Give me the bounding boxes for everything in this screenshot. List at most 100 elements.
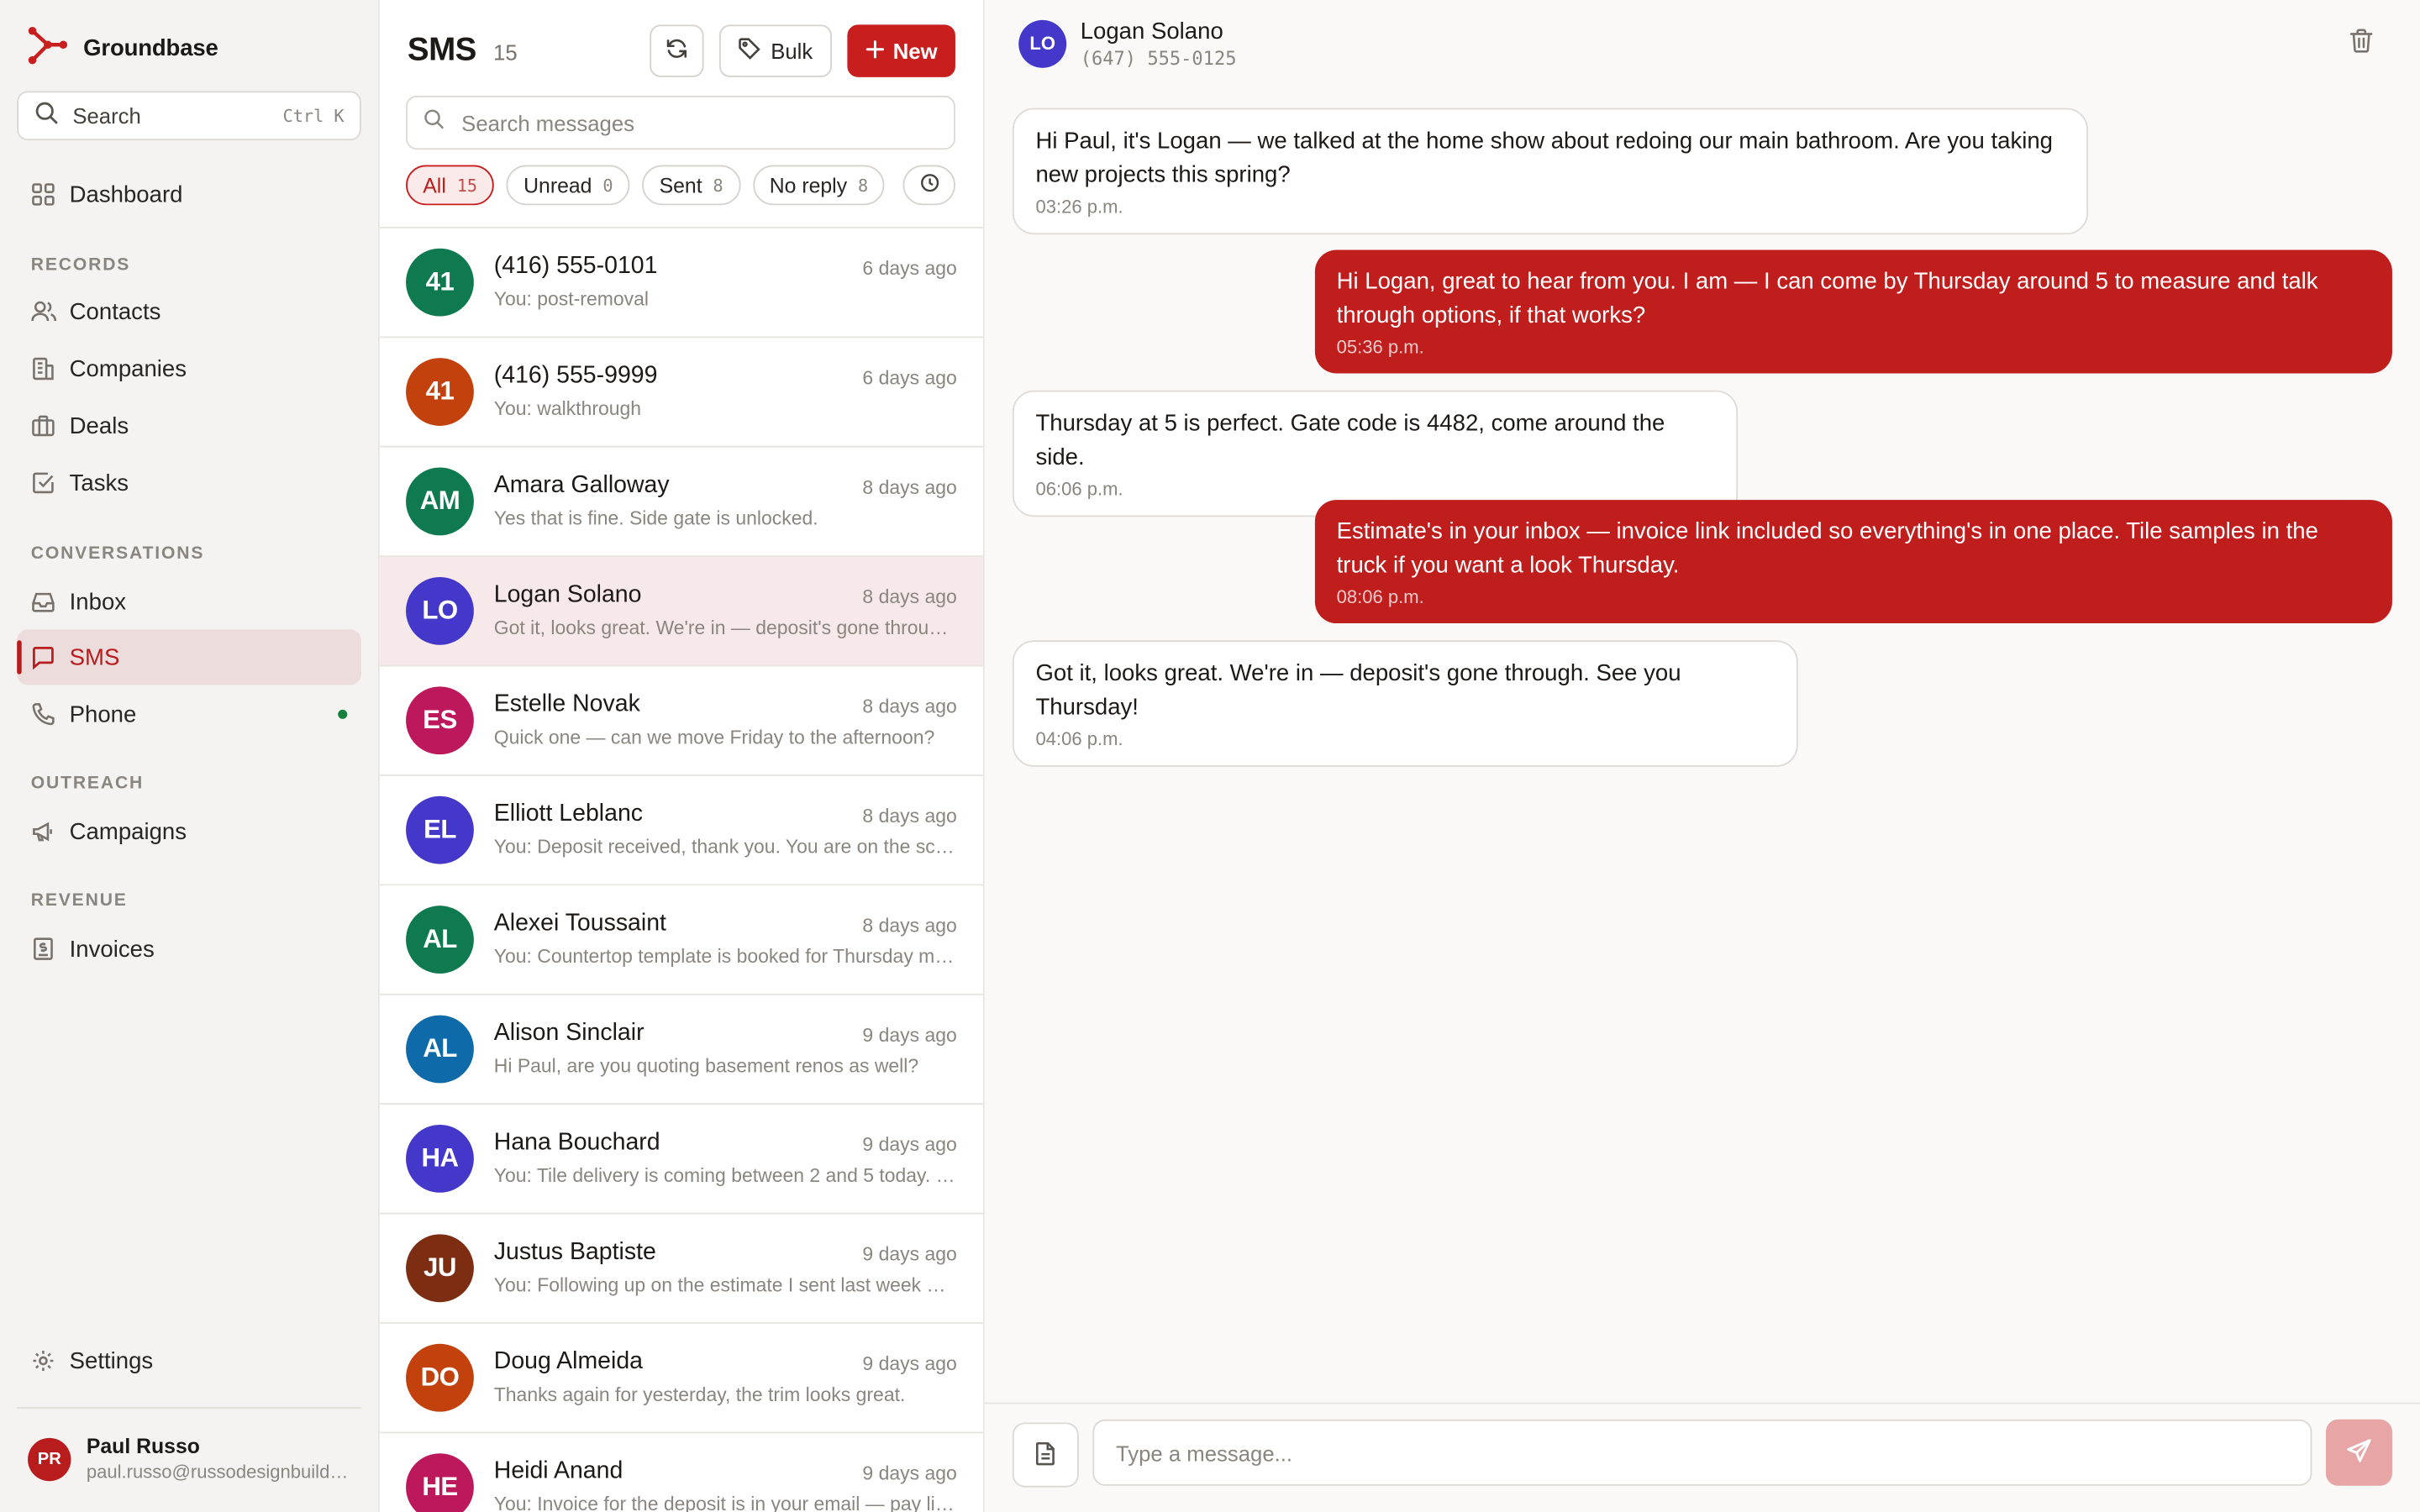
conversation-row[interactable]: AM Amara Galloway 8 days ago Yes that is fi…: [379, 448, 983, 558]
conversation-name: (416) 555-0101: [493, 253, 658, 280]
refresh-button[interactable]: [650, 24, 704, 76]
nav-dashboard[interactable]: Dashboard: [17, 166, 361, 222]
phone-status-dot: [338, 709, 348, 719]
conversation-row[interactable]: 41 (416) 555-9999 6 days ago You: walkthrou…: [379, 338, 983, 448]
nav-settings[interactable]: Settings: [17, 1333, 361, 1389]
filter-chips: All 15 Unread 0 Sent 8 No reply 8: [406, 165, 955, 206]
bulk-button[interactable]: Bulk: [718, 24, 832, 76]
nav-companies-label: Companies: [69, 355, 187, 382]
nav-inbox[interactable]: Inbox: [17, 574, 361, 629]
avatar: 41: [406, 248, 474, 317]
avatar: JU: [406, 1234, 474, 1303]
nav-invoices[interactable]: Invoices: [17, 921, 361, 977]
filter-unread[interactable]: Unread 0: [506, 165, 630, 206]
conversation-time: 8 days ago: [862, 915, 957, 937]
conversation-row[interactable]: DO Doug Almeida 9 days ago Thanks again for…: [379, 1324, 983, 1434]
avatar[interactable]: LO: [1018, 18, 1067, 67]
conversation-row[interactable]: AL Alexei Toussaint 8 days ago You: Counter…: [379, 885, 983, 995]
conversation-row[interactable]: HE Heidi Anand 9 days ago You: Invoice for …: [380, 1433, 983, 1512]
template-button[interactable]: [1012, 1422, 1079, 1488]
global-search[interactable]: Search Ctrl K: [17, 91, 361, 141]
message-time: 05:36 p.m.: [1336, 336, 1424, 359]
nav-phone[interactable]: Phone: [17, 686, 361, 742]
conversation-row[interactable]: JU Justus Baptiste 9 days ago You: Followin…: [379, 1215, 983, 1324]
filter-label: Unread: [523, 173, 592, 197]
conversation-preview: You: Deposit received, thank you. You ar…: [493, 836, 957, 858]
message-square-icon: [29, 643, 57, 671]
conversation-time: 8 days ago: [862, 476, 957, 499]
phone-icon: [29, 701, 57, 728]
conversation-preview: You: Tile delivery is coming between 2 a…: [493, 1164, 957, 1187]
nav-companies[interactable]: Companies: [17, 341, 361, 396]
conversation-time: 9 days ago: [862, 1134, 957, 1156]
avatar: AL: [406, 1015, 474, 1084]
avatar: HE: [406, 1453, 474, 1512]
nav-phone-label: Phone: [69, 701, 137, 728]
brand[interactable]: Groundbase: [28, 24, 218, 72]
nav-tasks[interactable]: Tasks: [17, 455, 361, 511]
message-text: Got it, looks great. We're in — deposit'…: [1035, 660, 1681, 720]
app-window: Groundbase Search Ctrl K Dashboard RECOR…: [0, 0, 2420, 1512]
conversation-name: Doug Almeida: [493, 1348, 644, 1375]
nav-inbox-label: Inbox: [69, 588, 127, 615]
conversation-time: 6 days ago: [862, 257, 957, 280]
message-time: 03:26 p.m.: [1035, 196, 1123, 218]
message-search-placeholder: Search messages: [461, 110, 635, 135]
message-input[interactable]: [1092, 1419, 2312, 1486]
global-search-label: Search: [72, 103, 141, 129]
checkbox-icon: [29, 469, 57, 496]
message-bubble-incoming: Hi Paul, it's Logan — we talked at the h…: [1012, 108, 2089, 235]
conversation-row[interactable]: HA Hana Bouchard 9 days ago You: Tile deliv…: [379, 1105, 983, 1215]
chat-header: LO Logan Solano (647) 555-0125: [985, 0, 2420, 87]
conversation-time: 9 days ago: [862, 1352, 957, 1375]
gear-icon: [29, 1347, 57, 1374]
conversation-preview: You: walkthrough: [493, 397, 642, 420]
nav-campaigns[interactable]: Campaigns: [17, 804, 361, 859]
avatar: 41: [406, 358, 474, 426]
receipt-icon: [29, 935, 57, 963]
conversation-time: 6 days ago: [862, 367, 957, 389]
nav-deals[interactable]: Deals: [17, 398, 361, 454]
nav-sms[interactable]: SMS: [17, 629, 361, 685]
conversation-name: Logan Solano: [493, 581, 642, 608]
time-filter-button[interactable]: [902, 165, 955, 206]
message-search[interactable]: Search messages: [406, 95, 955, 150]
conversation-row[interactable]: AL Alison Sinclair 9 days ago Hi Paul, are …: [379, 995, 983, 1105]
list-header: SMS 15 Bulk New: [408, 24, 955, 77]
conversation-time: 8 days ago: [862, 696, 957, 718]
trash-icon[interactable]: [2349, 28, 2374, 61]
search-icon: [34, 99, 58, 132]
conversation-time: 9 days ago: [862, 1024, 957, 1047]
nav-contacts[interactable]: Contacts: [17, 284, 361, 339]
message-time: 08:06 p.m.: [1336, 585, 1424, 608]
send-button[interactable]: [2325, 1419, 2392, 1486]
contact-name[interactable]: Logan Solano: [1081, 18, 1237, 44]
conversation-row[interactable]: EL Elliott Leblanc 8 days ago You: Deposit …: [379, 776, 983, 886]
filter-sent[interactable]: Sent 8: [642, 165, 740, 206]
conversation-row[interactable]: LO Logan Solano 8 days ago Got it, looks gr…: [379, 557, 983, 667]
sidebar-divider: [17, 1407, 361, 1409]
megaphone-icon: [29, 817, 57, 845]
plus-icon: [865, 38, 884, 62]
nav-dashboard-label: Dashboard: [69, 181, 183, 208]
document-icon: [1034, 1441, 1058, 1470]
avatar: AM: [406, 467, 474, 536]
filter-label: No reply: [769, 173, 848, 197]
message-time: 06:06 p.m.: [1035, 478, 1123, 501]
conversation-row[interactable]: ES Estelle Novak 8 days ago Quick one — can…: [379, 666, 983, 776]
avatar: EL: [406, 795, 474, 864]
clock-icon: [919, 173, 939, 197]
user-email: paul.russo@russodesignbuild.com: [86, 1461, 352, 1483]
grid-icon: [29, 181, 57, 208]
user-profile[interactable]: PR Paul Russo paul.russo@russodesignbuil…: [28, 1435, 355, 1483]
filter-all[interactable]: All 15: [406, 165, 495, 206]
new-message-button[interactable]: New: [847, 24, 955, 76]
conversation-row[interactable]: 41 (416) 555-0101 6 days ago You: post-remo…: [379, 228, 983, 339]
conversation-preview: You: Following up on the estimate I sent…: [493, 1274, 957, 1296]
avatar: HA: [406, 1124, 474, 1193]
message-composer: [984, 1402, 2420, 1512]
brand-name: Groundbase: [83, 35, 218, 62]
conversation-time: 8 days ago: [862, 805, 957, 827]
filter-no-reply[interactable]: No reply 8: [752, 165, 886, 206]
avatar: ES: [406, 686, 474, 755]
